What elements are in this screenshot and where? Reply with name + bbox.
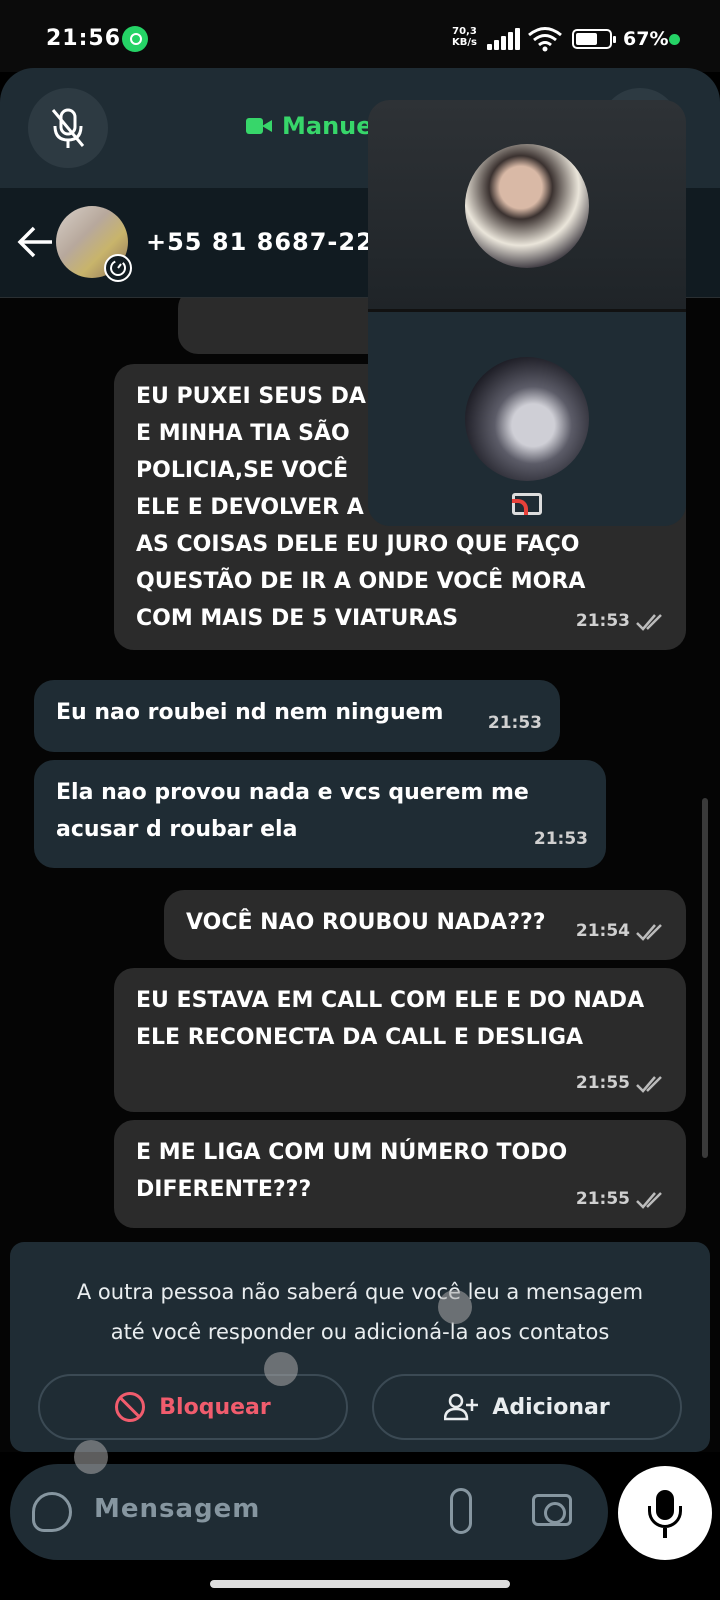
- voice-message-button[interactable]: [618, 1466, 712, 1560]
- double-check-icon: [636, 613, 662, 631]
- cell-signal-icon: [487, 28, 521, 50]
- add-label: Adicionar: [492, 1394, 610, 1420]
- message-meta: 21:53: [534, 821, 588, 858]
- message-meta: 21:54: [576, 913, 668, 950]
- pip-remote-tile: [368, 100, 686, 312]
- status-bar: 21:56 70,3 KB/s 67%: [0, 0, 720, 72]
- scrollbar[interactable]: [702, 798, 708, 1158]
- battery-percent: 67%: [623, 28, 669, 50]
- block-label: Bloquear: [159, 1394, 271, 1420]
- video-call-pip[interactable]: [368, 100, 686, 526]
- message-time: 21:53: [575, 611, 630, 631]
- message-meta: 21:53: [488, 705, 542, 742]
- message-bubble[interactable]: Ela nao provou nada e vcs querem me acus…: [34, 760, 606, 868]
- home-indicator[interactable]: [210, 1580, 510, 1588]
- double-check-icon: [636, 1191, 662, 1209]
- self-participant-avatar: [465, 357, 589, 481]
- mic-off-icon: [51, 108, 85, 148]
- message-text: Ela nao provou nada e vcs querem me acus…: [56, 780, 529, 842]
- add-contact-button[interactable]: Adicionar: [372, 1374, 682, 1440]
- message-bubble[interactable]: EU ESTAVA EM CALL COM ELE E DO NADA ELE …: [114, 968, 686, 1112]
- timer-icon: [104, 254, 132, 282]
- unknown-contact-panel: A outra pessoa não saberá que você leu a…: [10, 1242, 710, 1452]
- arrow-left-icon[interactable]: [16, 222, 56, 262]
- network-speed: 70,3 KB/s: [452, 26, 477, 48]
- message-bubble[interactable]: E ME LIGA COM UM NÚMERO TODO DIFERENTE??…: [114, 1120, 686, 1228]
- remote-participant-avatar: [465, 144, 589, 268]
- battery-icon: [572, 29, 616, 49]
- message-meta: 21:55: [576, 1065, 668, 1102]
- sticker-icon[interactable]: [32, 1492, 72, 1532]
- message-meta: 21:55: [576, 1181, 668, 1218]
- message-time: 21:54: [575, 921, 630, 941]
- message-bubble[interactable]: Eu nao roubei nd nem ninguem 21:53: [34, 680, 560, 752]
- block-icon: [115, 1392, 146, 1422]
- call-contact-name: Manuel: [282, 112, 381, 140]
- message-time: 21:55: [575, 1073, 630, 1093]
- network-speed-unit: KB/s: [452, 37, 477, 48]
- contact-name[interactable]: +55 81 8687-22: [146, 228, 374, 256]
- mute-button[interactable]: [28, 88, 108, 168]
- composer-bar: Mensagem: [0, 1440, 720, 1600]
- add-person-icon: [444, 1393, 479, 1421]
- message-input[interactable]: Mensagem: [10, 1464, 608, 1560]
- pip-self-tile: [368, 315, 686, 526]
- message-bubble[interactable]: VOCÊ NAO ROUBOU NADA??? 21:54: [164, 890, 686, 960]
- touch-indicator: [74, 1440, 108, 1474]
- paperclip-icon[interactable]: [450, 1488, 472, 1534]
- privacy-indicator-dot: [669, 34, 680, 45]
- camera-icon[interactable]: [532, 1494, 572, 1526]
- unknown-contact-notice: A outra pessoa não saberá que você leu a…: [76, 1280, 644, 1344]
- message-meta: 21:53: [576, 603, 668, 640]
- message-time: 21:55: [575, 1189, 630, 1209]
- block-button[interactable]: Bloquear: [38, 1374, 348, 1440]
- wifi-icon: [528, 27, 562, 52]
- status-time: 21:56: [46, 26, 122, 51]
- message-text: EU ESTAVA EM CALL COM ELE E DO NADA ELE …: [136, 988, 645, 1050]
- message-text: Eu nao roubei nd nem ninguem: [56, 700, 444, 725]
- screen-cast-icon: [512, 493, 542, 515]
- battery-level-fill: [576, 33, 597, 45]
- touch-indicator: [264, 1352, 298, 1386]
- network-speed-value: 70,3: [452, 26, 477, 37]
- double-check-icon: [636, 923, 662, 941]
- whatsapp-notification-icon: [122, 26, 148, 52]
- call-title[interactable]: Manuel: [246, 112, 381, 140]
- message-input-placeholder: Mensagem: [94, 1494, 261, 1524]
- message-time: 21:53: [487, 713, 542, 733]
- touch-indicator: [438, 1290, 472, 1324]
- message-time: 21:53: [533, 829, 588, 849]
- video-camera-icon: [246, 116, 272, 136]
- double-check-icon: [636, 1075, 662, 1093]
